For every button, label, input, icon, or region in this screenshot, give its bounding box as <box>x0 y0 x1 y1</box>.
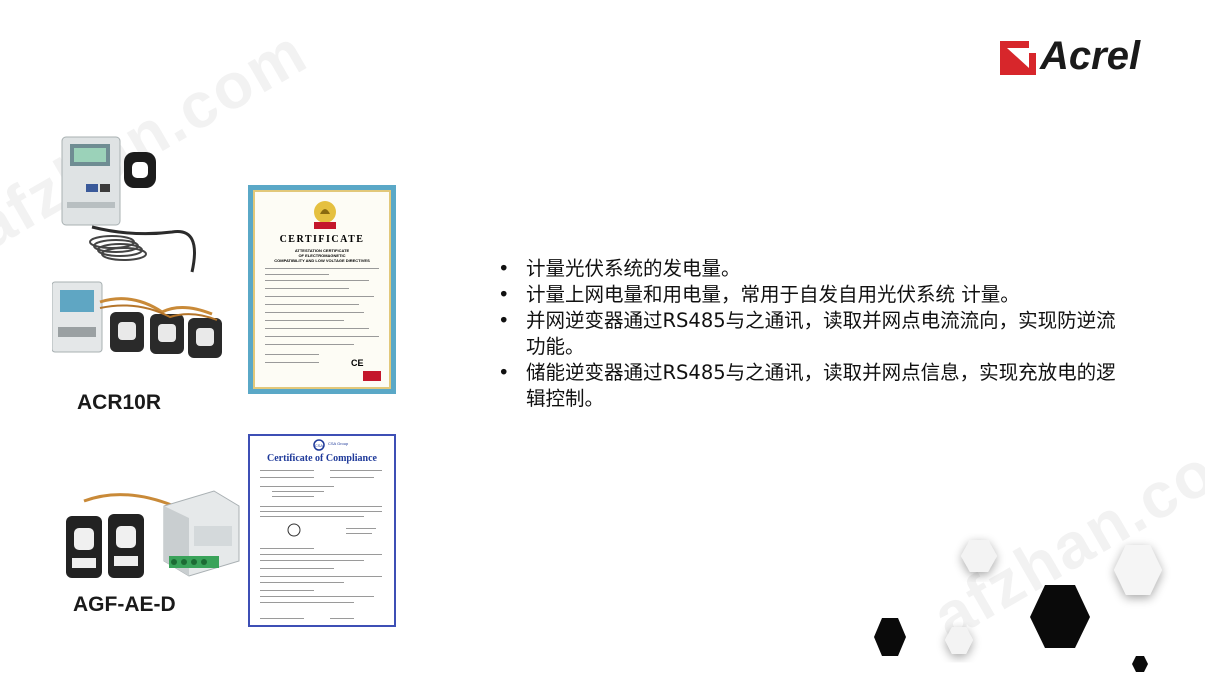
hexagon-shape <box>1030 585 1090 648</box>
bullet-item: 计量上网电量和用电量，常用于自发自用光伏系统 计量。 <box>496 282 1116 308</box>
bullet-item: 并网逆变器通过RS485与之通讯，读取并网点电流流向，实现防逆流功能。 <box>496 308 1116 360</box>
acrel-logo: Acrel <box>1000 34 1170 80</box>
hexagon-shape <box>1114 545 1162 595</box>
svg-text:CSA: CSA <box>315 443 324 448</box>
certificate-subtitle: ATTESTATION CERTIFICATE OF ELECTROMAGNET… <box>274 248 370 263</box>
hexagon-shape <box>874 618 906 656</box>
acrel-logo-icon <box>1000 41 1036 75</box>
ce-certificate-image: CERTIFICATE ATTESTATION CERTIFICATE OF E… <box>248 185 396 394</box>
hexagon-shape <box>1132 656 1148 672</box>
decorative-hexagons <box>874 540 1162 672</box>
logo-text: Acrel <box>1040 34 1141 78</box>
bullet-item: 计量光伏系统的发电量。 <box>496 256 1116 282</box>
ce-mark: CE <box>351 358 364 368</box>
csa-certificate-image: CSA CSA Group Certificate of Compliance <box>248 434 396 627</box>
bullet-item: 储能逆变器通过RS485与之通讯，读取并网点信息，实现充放电的逻辑控制。 <box>496 360 1116 412</box>
feature-bullet-list: 计量光伏系统的发电量。 计量上网电量和用电量，常用于自发自用光伏系统 计量。 并… <box>496 256 1116 412</box>
certificate-title: CERTIFICATE <box>279 234 365 245</box>
product-label: ACR10R <box>77 391 162 414</box>
csa-logo-icon: CSA <box>313 439 325 451</box>
hexagon-shape <box>961 540 997 572</box>
hexagon-shape <box>945 627 973 654</box>
product-label: AGF-AE-D <box>73 593 176 616</box>
udem-badge-icon <box>314 201 336 229</box>
acr10r-product-image <box>52 136 222 358</box>
csa-group-label: CSA Group <box>328 441 349 446</box>
udem-stamp-icon <box>363 371 381 381</box>
agf-ae-d-product-image <box>66 490 240 578</box>
certificate-title: Certificate of Compliance <box>267 453 377 464</box>
csa-mark-icon <box>287 523 301 537</box>
